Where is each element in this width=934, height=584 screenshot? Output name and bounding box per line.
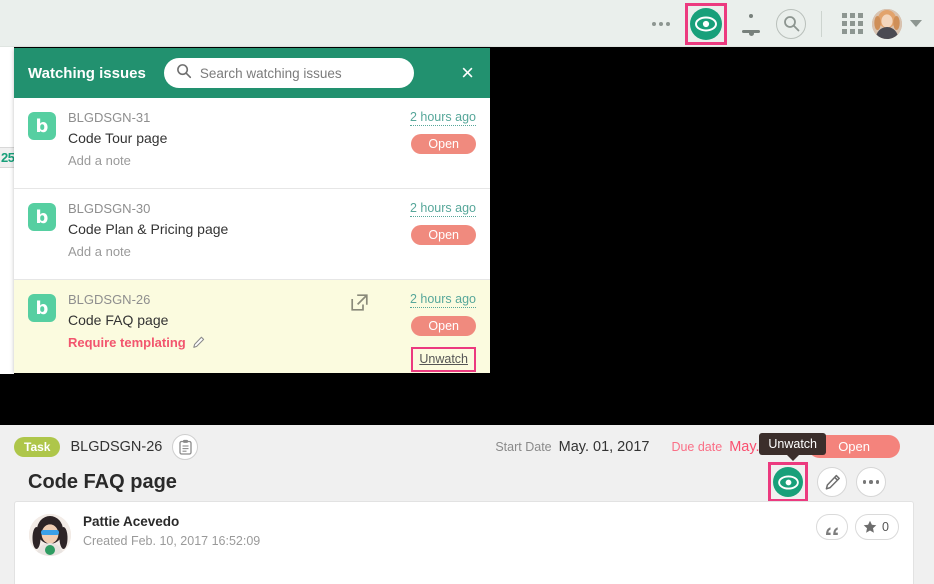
project-icon: b <box>28 112 56 140</box>
issue-body: BLGDSGN-31 Code Tour page Add a note <box>68 110 366 175</box>
comment-actions: 0 <box>816 514 899 540</box>
pencil-icon[interactable] <box>192 336 205 352</box>
issue-meta: 2 hours ago Open <box>366 110 476 175</box>
open-in-new-window-icon[interactable] <box>351 294 368 316</box>
account-menu-button[interactable] <box>872 4 922 44</box>
search-watching-issues-input[interactable] <box>199 65 402 81</box>
issue-note[interactable]: Require templating <box>68 335 366 352</box>
issue-note[interactable]: Add a note <box>68 153 366 168</box>
panel-title: Watching issues <box>28 64 146 82</box>
search-icon <box>776 8 806 39</box>
issue-detail-header: Task BLGDSGN-26 Start Date May. 01, 2017… <box>0 425 934 502</box>
project-icon: b <box>28 294 56 322</box>
issue-key: BLGDSGN-31 <box>68 110 151 125</box>
comment-author-block: Pattie Acevedo Created Feb. 10, 2017 16:… <box>83 514 260 548</box>
issue-type-badge: Task <box>14 437 61 457</box>
watching-issues-list[interactable]: b BLGDSGN-31 Code Tour page Add a note 2… <box>14 98 490 373</box>
quote-comment-button[interactable] <box>816 514 849 540</box>
issue-key: BLGDSGN-30 <box>68 201 151 216</box>
unwatch-tooltip: Unwatch <box>759 433 826 461</box>
issue-meta: 2 hours ago Open Unwatch <box>366 292 476 372</box>
copy-issue-key-button[interactable] <box>172 434 199 460</box>
toolbar-divider <box>821 10 822 37</box>
star-count: 0 <box>882 520 889 534</box>
notifications-button[interactable] <box>731 4 771 44</box>
more-horizontal-icon <box>652 21 670 26</box>
issue-key-label: BLGDSGN-26 <box>70 439 163 455</box>
comment-author-name: Pattie Acevedo <box>83 514 180 529</box>
issue-body: BLGDSGN-26 Code FAQ page Require templat… <box>68 292 366 372</box>
issue-detail-panel: Task BLGDSGN-26 Start Date May. 01, 2017… <box>0 425 934 584</box>
comment-created-label: Created <box>83 534 128 548</box>
bell-icon <box>742 14 760 36</box>
issue-updated-time: 2 hours ago <box>409 110 476 126</box>
issue-summary: Code FAQ page <box>68 312 169 328</box>
edit-issue-button[interactable] <box>817 467 847 497</box>
background-page-sliver: 25 <box>0 47 16 374</box>
eye-watch-icon <box>773 467 803 497</box>
more-options-button[interactable] <box>641 4 681 44</box>
status-badge: Open <box>411 225 476 245</box>
unwatch-toggle-button[interactable] <box>768 462 808 502</box>
star-comment-button[interactable]: 0 <box>855 514 899 540</box>
search-icon <box>176 63 192 84</box>
issue-more-actions-button[interactable] <box>856 467 886 497</box>
top-app-bar <box>0 0 934 47</box>
start-date-value[interactable]: May. 01, 2017 <box>559 439 650 455</box>
app-screen: 25 Watching issues × b BLGDS <box>0 0 934 584</box>
issue-detail-actions: Unwatch <box>759 433 886 504</box>
pencil-icon <box>825 474 840 490</box>
watching-issue-row[interactable]: b BLGDSGN-31 Code Tour page Add a note 2… <box>14 98 490 189</box>
star-icon <box>863 520 877 533</box>
watching-issues-header: Watching issues × <box>14 48 490 98</box>
more-horizontal-icon <box>862 480 880 484</box>
start-date-label: Start Date <box>495 440 552 454</box>
global-search-button[interactable] <box>771 4 811 44</box>
page-title: Code FAQ page <box>28 470 177 493</box>
watching-issue-row-selected[interactable]: b BLGDSGN-26 Code FAQ page Require templ… <box>14 280 490 373</box>
chevron-down-icon <box>910 20 922 27</box>
issue-updated-time: 2 hours ago <box>409 201 476 217</box>
eye-watch-icon <box>690 7 722 40</box>
close-panel-button[interactable]: × <box>447 58 476 88</box>
issue-summary: Code Tour page <box>68 130 168 146</box>
grid-apps-icon <box>841 13 863 34</box>
watching-issue-row[interactable]: b BLGDSGN-30 Code Plan & Pricing page Ad… <box>14 189 490 280</box>
topbar-actions <box>641 0 922 47</box>
status-badge: Open <box>411 316 476 336</box>
status-badge: Open <box>411 134 476 154</box>
issue-title-row: Code FAQ page Unwatch <box>14 433 920 504</box>
search-watching-issues-field[interactable] <box>163 58 414 88</box>
unwatch-highlight-box: Unwatch <box>411 347 476 372</box>
comment-author-avatar <box>29 514 71 556</box>
quote-icon <box>826 527 838 535</box>
comment-created: Created Feb. 10, 2017 16:52:09 <box>83 534 260 548</box>
comment-created-value: Feb. 10, 2017 16:52:09 <box>130 534 261 548</box>
issue-updated-time: 2 hours ago <box>409 292 476 308</box>
watching-issues-panel: Watching issues × b BLGDSGN-31 Code Tour <box>14 48 490 373</box>
user-avatar <box>872 8 902 39</box>
comment-card: Pattie Acevedo Created Feb. 10, 2017 16:… <box>14 501 914 584</box>
due-date-label: Due date <box>671 440 723 454</box>
unwatch-link[interactable]: Unwatch <box>419 352 468 366</box>
project-icon: b <box>28 203 56 231</box>
issue-body: BLGDSGN-30 Code Plan & Pricing page Add … <box>68 201 366 266</box>
apps-launcher-button[interactable] <box>832 4 872 44</box>
issue-key: BLGDSGN-26 <box>68 292 151 307</box>
clipboard-icon <box>179 439 192 455</box>
issue-meta: 2 hours ago Open <box>366 201 476 266</box>
issue-note[interactable]: Add a note <box>68 244 366 259</box>
issue-summary: Code Plan & Pricing page <box>68 221 229 237</box>
watching-issues-button[interactable] <box>685 2 727 45</box>
